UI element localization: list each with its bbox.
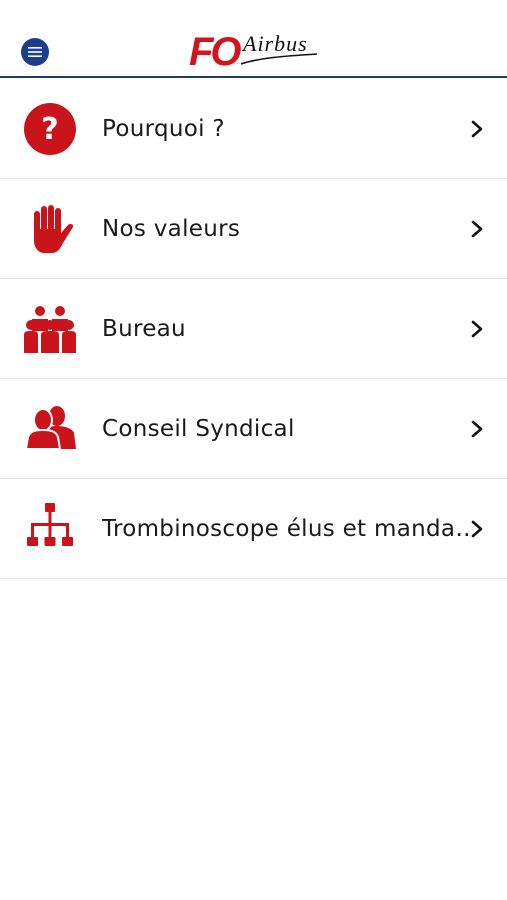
menu-item-label: Pourquoi ? bbox=[102, 115, 225, 142]
chevron-right-icon bbox=[471, 520, 483, 538]
group-people-icon bbox=[24, 303, 76, 355]
chevron-right-icon bbox=[471, 420, 483, 438]
two-people-icon bbox=[24, 403, 76, 455]
hamburger-menu-button[interactable] bbox=[21, 38, 49, 66]
menu-item-bureau[interactable]: Bureau bbox=[0, 279, 507, 379]
menu-item-pourquoi[interactable]: ? Pourquoi ? bbox=[0, 79, 507, 179]
chevron-right-icon bbox=[471, 220, 483, 238]
menu-item-trombinoscope[interactable]: Trombinoscope élus et manda… bbox=[0, 479, 507, 579]
hand-icon bbox=[24, 203, 76, 255]
menu-item-label: Nos valeurs bbox=[102, 215, 241, 242]
menu-item-nos-valeurs[interactable]: Nos valeurs bbox=[0, 179, 507, 279]
logo-swoosh-icon bbox=[240, 53, 318, 65]
hamburger-menu-icon bbox=[28, 47, 42, 57]
org-chart-icon bbox=[24, 503, 76, 555]
chevron-right-icon bbox=[471, 320, 483, 338]
menu-item-conseil-syndical[interactable]: Conseil Syndical bbox=[0, 379, 507, 479]
app-header: FO Airbus bbox=[0, 0, 507, 78]
menu-item-label: Bureau bbox=[102, 315, 186, 342]
fo-airbus-logo: FO Airbus bbox=[189, 30, 319, 74]
chevron-right-icon bbox=[471, 120, 483, 138]
menu-item-label: Trombinoscope élus et manda… bbox=[102, 515, 472, 542]
menu-list: ? Pourquoi ? Nos valeurs Bureau Conseil … bbox=[0, 79, 507, 579]
logo-fo-text: FO bbox=[189, 30, 242, 74]
question-mark-icon: ? bbox=[24, 103, 76, 155]
svg-text:?: ? bbox=[41, 112, 58, 147]
menu-item-label: Conseil Syndical bbox=[102, 415, 295, 442]
